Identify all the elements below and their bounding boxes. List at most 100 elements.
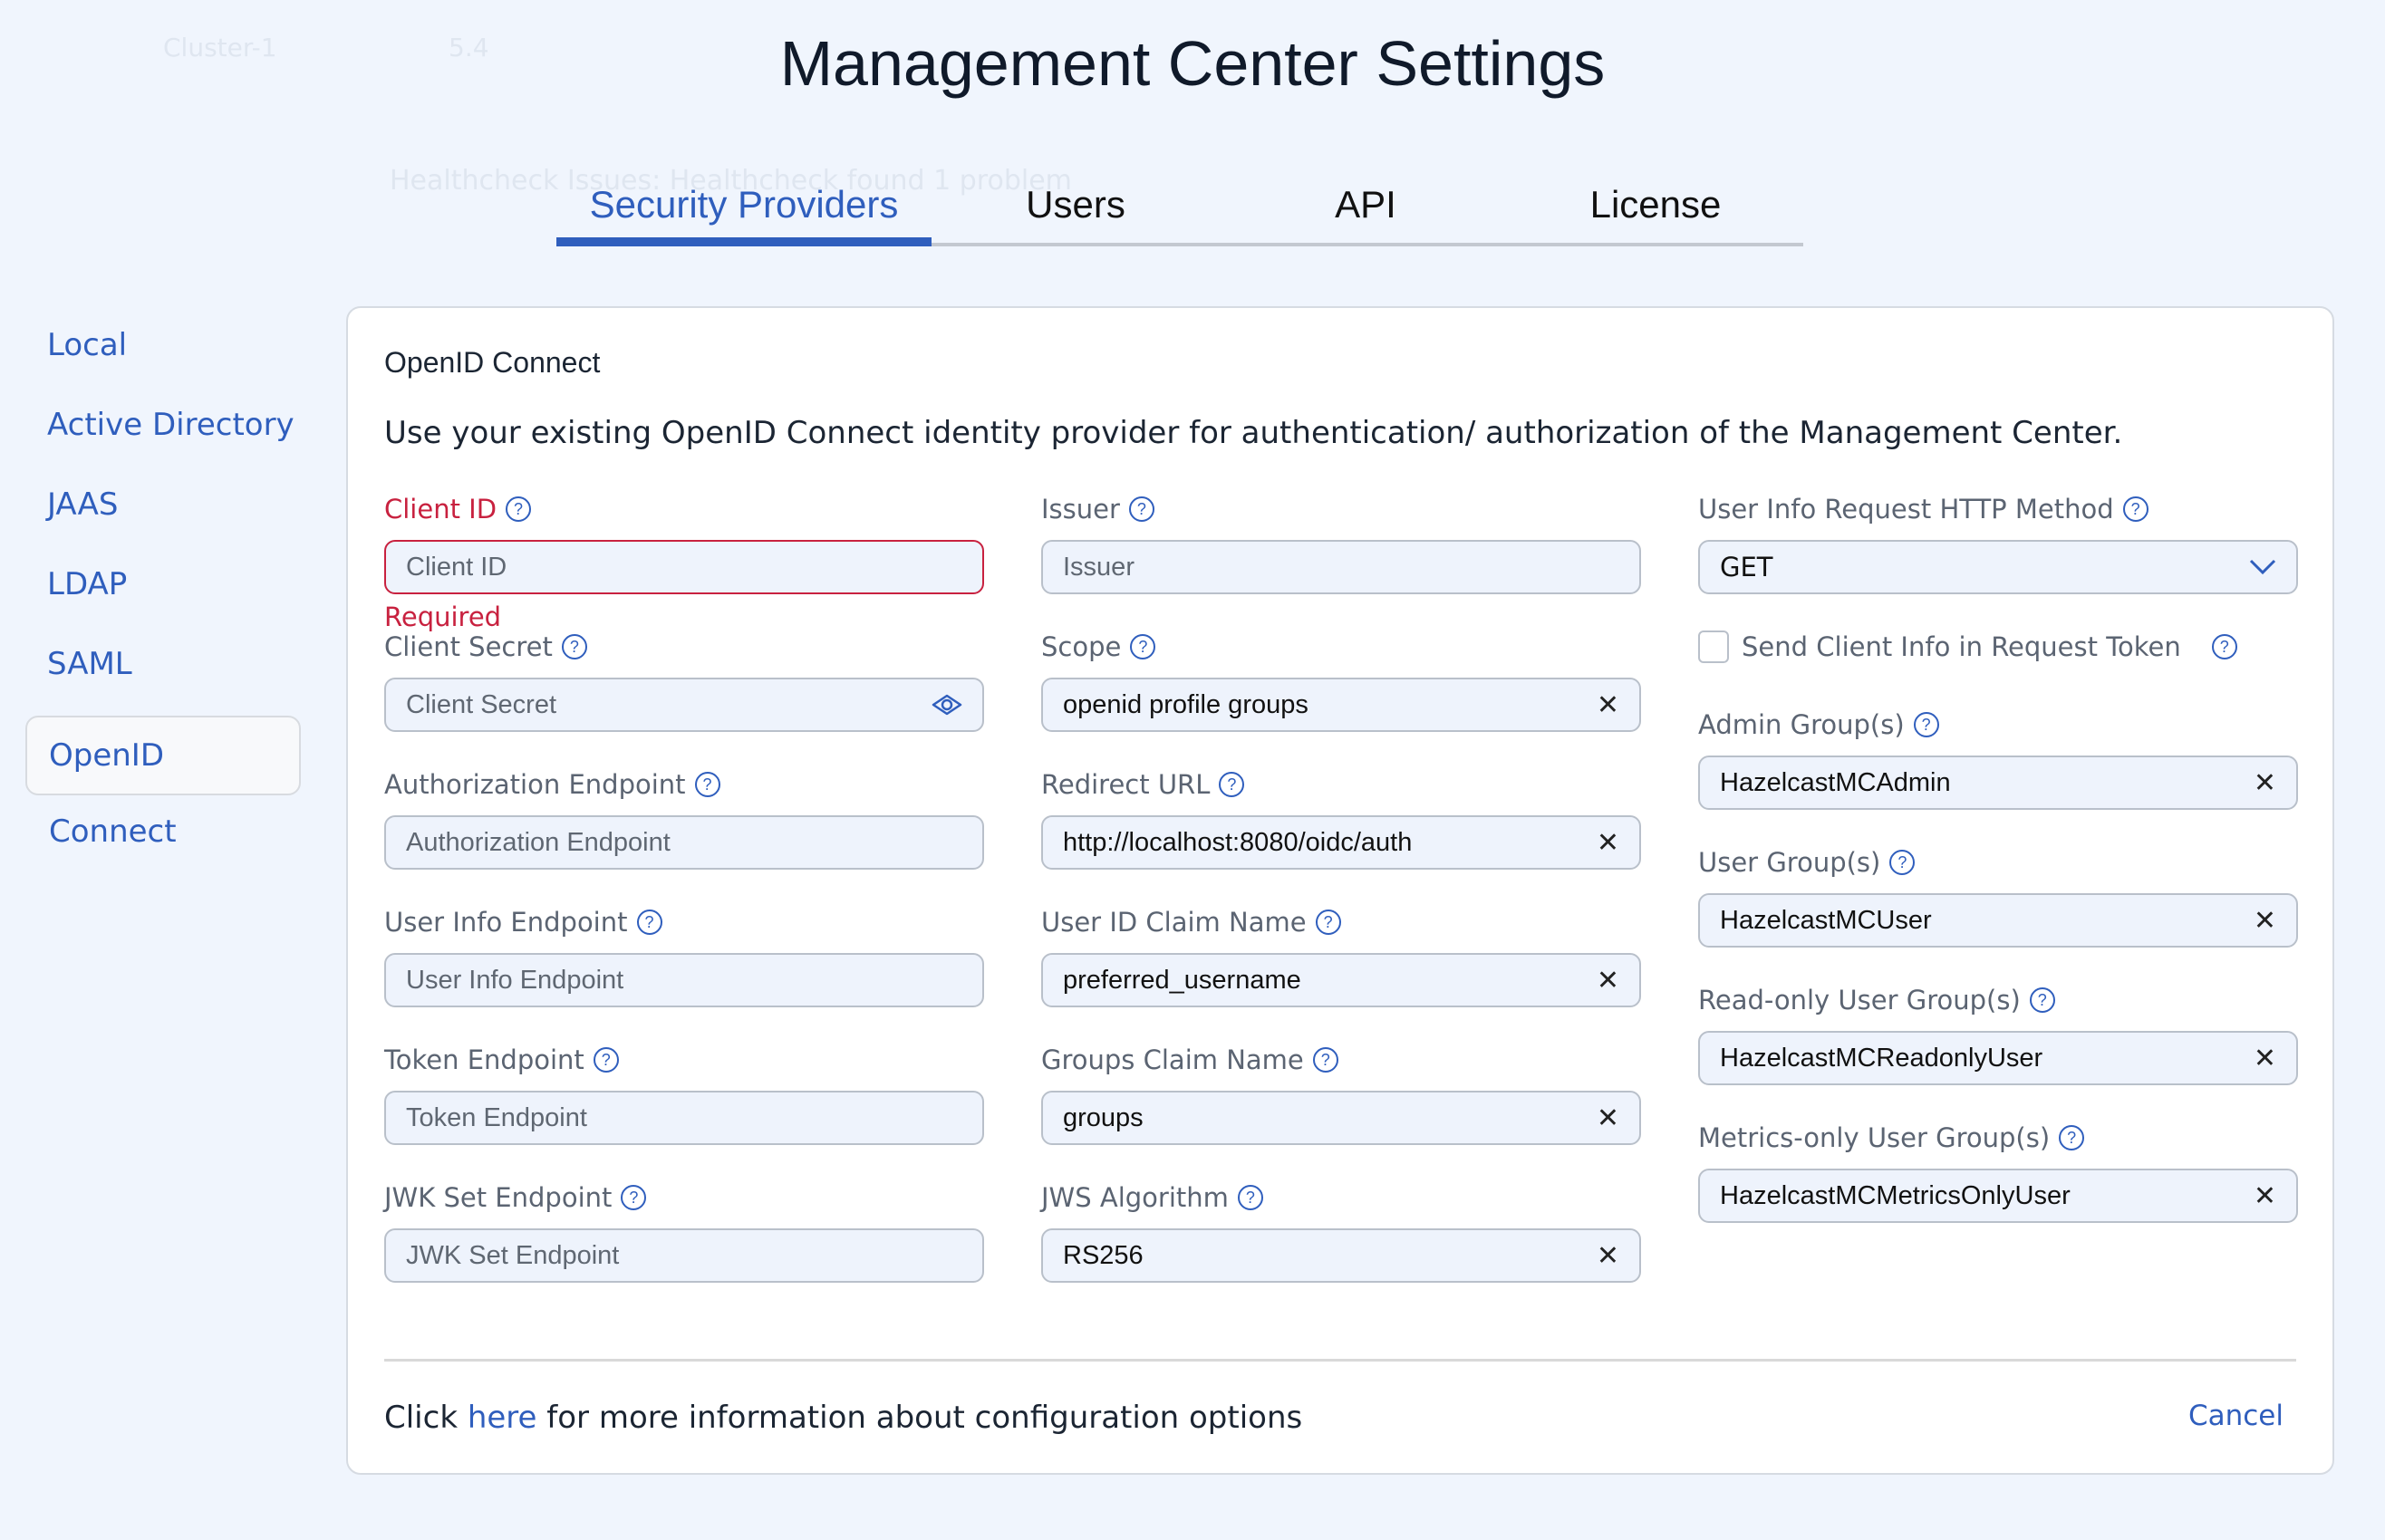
tab-license[interactable]: License: [1511, 178, 1800, 246]
card-description: Use your existing OpenID Connect identit…: [384, 415, 2123, 451]
user-groups-value: HazelcastMCUser: [1720, 905, 1932, 935]
sidebar-item-jaas[interactable]: JAAS: [25, 476, 301, 556]
readonly-groups-field: Read-only User Group(s)? HazelcastMCRead…: [1698, 982, 2298, 1085]
clear-icon[interactable]: ✕: [1597, 1240, 1619, 1272]
jwk-set-endpoint-input[interactable]: JWK Set Endpoint: [384, 1228, 984, 1283]
metrics-groups-field: Metrics-only User Group(s)? HazelcastMCM…: [1698, 1120, 2298, 1223]
help-icon[interactable]: ?: [1889, 850, 1916, 875]
help-icon[interactable]: ?: [506, 496, 532, 522]
issuer-label: Issuer: [1041, 494, 1120, 525]
sidebar-item-local[interactable]: Local: [25, 317, 301, 397]
clear-icon[interactable]: ✕: [2254, 905, 2276, 937]
token-endpoint-placeholder: Token Endpoint: [406, 1102, 587, 1132]
http-method-field: User Info Request HTTP Method? GET: [1698, 491, 2298, 594]
help-icon[interactable]: ?: [2122, 496, 2148, 522]
tab-api[interactable]: API: [1220, 178, 1511, 246]
help-icon[interactable]: ?: [621, 1185, 647, 1210]
send-client-info-field: Send Client Info in Request Token?: [1698, 629, 2298, 665]
client-id-placeholder: Client ID: [406, 552, 507, 582]
send-client-info-checkbox[interactable]: [1698, 630, 1729, 663]
metrics-groups-input[interactable]: HazelcastMCMetricsOnlyUser ✕: [1698, 1169, 2298, 1223]
groups-claim-input[interactable]: groups ✕: [1041, 1091, 1641, 1145]
help-icon[interactable]: ?: [1128, 496, 1154, 522]
readonly-groups-value: HazelcastMCReadonlyUser: [1720, 1043, 2043, 1073]
jwk-set-endpoint-placeholder: JWK Set Endpoint: [406, 1240, 620, 1270]
scope-input[interactable]: openid profile groups ✕: [1041, 678, 1641, 732]
provider-sidebar: Local Active Directory JAAS LDAP SAML Op…: [25, 317, 301, 850]
metrics-groups-label: Metrics-only User Group(s): [1698, 1122, 2051, 1153]
send-client-info-label: Send Client Info in Request Token: [1742, 631, 2181, 662]
token-endpoint-field: Token Endpoint? Token Endpoint: [384, 1042, 984, 1145]
jws-algorithm-input[interactable]: RS256 ✕: [1041, 1228, 1641, 1283]
authorization-endpoint-field: Authorization Endpoint? Authorization En…: [384, 766, 984, 870]
settings-tabs: Security Providers Users API License: [556, 178, 1803, 246]
groups-claim-field: Groups Claim Name? groups ✕: [1041, 1042, 1641, 1145]
jwk-set-endpoint-field: JWK Set Endpoint? JWK Set Endpoint: [384, 1179, 984, 1283]
help-icon[interactable]: ?: [1913, 712, 1939, 737]
metrics-groups-value: HazelcastMCMetricsOnlyUser: [1720, 1180, 2071, 1210]
clear-icon[interactable]: ✕: [1597, 1102, 1619, 1134]
footer-suffix: for more information about configuration…: [546, 1400, 1303, 1436]
user-groups-field: User Group(s)? HazelcastMCUser ✕: [1698, 844, 2298, 948]
clear-icon[interactable]: ✕: [1597, 827, 1619, 859]
client-id-field: Client ID? Client ID Required: [384, 491, 984, 632]
token-endpoint-input[interactable]: Token Endpoint: [384, 1091, 984, 1145]
readonly-groups-input[interactable]: HazelcastMCReadonlyUser ✕: [1698, 1031, 2298, 1085]
help-icon[interactable]: ?: [2059, 1125, 2085, 1150]
user-groups-input[interactable]: HazelcastMCUser ✕: [1698, 893, 2298, 948]
sidebar-item-saml[interactable]: SAML: [25, 636, 301, 716]
help-icon[interactable]: ?: [636, 910, 662, 935]
user-id-claim-label: User ID Claim Name: [1041, 907, 1307, 938]
sidebar-item-ldap[interactable]: LDAP: [25, 556, 301, 636]
groups-claim-label: Groups Claim Name: [1041, 1044, 1304, 1075]
help-icon[interactable]: ?: [694, 772, 720, 797]
card-title: OpenID Connect: [384, 346, 601, 379]
jws-algorithm-field: JWS Algorithm? RS256 ✕: [1041, 1179, 1641, 1283]
scope-value: openid profile groups: [1063, 689, 1308, 719]
help-icon[interactable]: ?: [593, 1047, 619, 1073]
cancel-button[interactable]: Cancel: [2188, 1400, 2284, 1432]
user-info-endpoint-input[interactable]: User Info Endpoint: [384, 953, 984, 1007]
help-icon[interactable]: ?: [1237, 1185, 1263, 1210]
jws-algorithm-label: JWS Algorithm: [1041, 1182, 1229, 1213]
client-secret-input[interactable]: Client Secret: [384, 678, 984, 732]
client-secret-label: Client Secret: [384, 631, 553, 662]
footer-prefix: Click: [384, 1400, 459, 1436]
help-icon[interactable]: ?: [2029, 987, 2055, 1013]
client-secret-field: Client Secret? Client Secret: [384, 629, 984, 732]
docs-link[interactable]: here: [468, 1400, 537, 1436]
authorization-endpoint-label: Authorization Endpoint: [384, 769, 686, 800]
redirect-url-field: Redirect URL? http://localhost:8080/oidc…: [1041, 766, 1641, 870]
admin-groups-label: Admin Group(s): [1698, 709, 1905, 740]
help-icon[interactable]: ?: [1219, 772, 1245, 797]
sidebar-item-active-directory[interactable]: Active Directory: [25, 397, 301, 476]
issuer-input[interactable]: Issuer: [1041, 540, 1641, 594]
help-icon[interactable]: ?: [561, 634, 587, 659]
help-icon[interactable]: ?: [1312, 1047, 1338, 1073]
client-secret-placeholder: Client Secret: [406, 689, 557, 719]
authorization-endpoint-input[interactable]: Authorization Endpoint: [384, 815, 984, 870]
tab-users[interactable]: Users: [932, 178, 1220, 246]
clear-icon[interactable]: ✕: [2254, 1180, 2276, 1212]
http-method-select[interactable]: GET: [1698, 540, 2298, 594]
user-id-claim-field: User ID Claim Name? preferred_username ✕: [1041, 904, 1641, 1007]
sidebar-item-openid-connect[interactable]: OpenID Connect: [25, 716, 301, 850]
help-icon[interactable]: ?: [1315, 910, 1341, 935]
eye-icon[interactable]: [932, 694, 962, 716]
redirect-url-value: http://localhost:8080/oidc/auth: [1063, 827, 1413, 857]
page-title: Management Center Settings: [779, 28, 1606, 99]
clear-icon[interactable]: ✕: [1597, 689, 1619, 721]
clear-icon[interactable]: ✕: [2254, 767, 2276, 799]
scope-label: Scope: [1041, 631, 1122, 662]
admin-groups-input[interactable]: HazelcastMCAdmin ✕: [1698, 756, 2298, 810]
help-icon[interactable]: ?: [1130, 634, 1156, 659]
clear-icon[interactable]: ✕: [2254, 1043, 2276, 1074]
redirect-url-input[interactable]: http://localhost:8080/oidc/auth ✕: [1041, 815, 1641, 870]
user-id-claim-input[interactable]: preferred_username ✕: [1041, 953, 1641, 1007]
clear-icon[interactable]: ✕: [1597, 965, 1619, 996]
tab-security-providers[interactable]: Security Providers: [556, 178, 932, 246]
token-endpoint-label: Token Endpoint: [384, 1044, 584, 1075]
user-id-claim-value: preferred_username: [1063, 965, 1301, 995]
client-id-input[interactable]: Client ID: [384, 540, 984, 594]
help-icon[interactable]: ?: [2211, 634, 2237, 659]
